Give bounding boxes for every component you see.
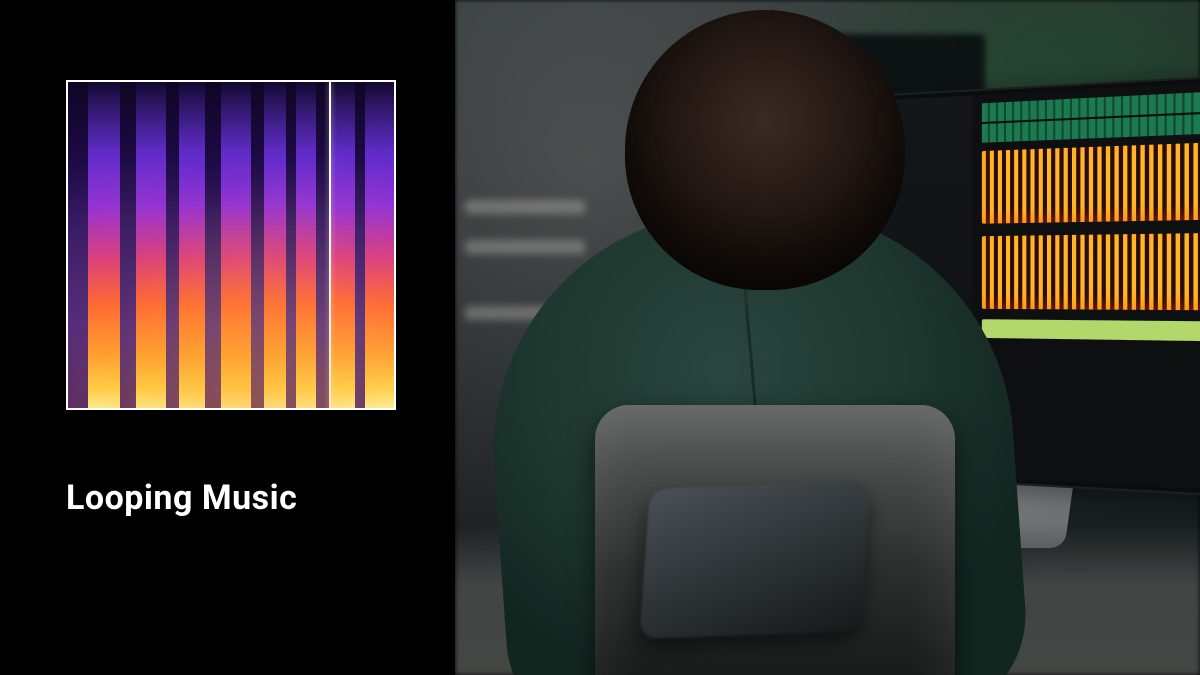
spectro-gap-column [68,82,88,408]
shelf [465,200,585,214]
person-head [625,10,905,290]
tablet [639,481,870,639]
caption-text: Looping Music [66,478,297,518]
spectro-hot-column [179,82,205,408]
spectro-hot-column [88,82,121,408]
spectro-hot-column [365,82,394,408]
spectro-hot-column [264,82,287,408]
spectro-gap-column [316,82,329,408]
playhead [329,82,331,408]
spectro-hot-column [329,82,355,408]
spectrogram [68,82,394,408]
spectrogram-frame [66,80,396,410]
spectro-hot-column [221,82,250,408]
left-panel: Looping Music [0,0,455,675]
screen-spectrogram-lower [982,233,1200,311]
spectro-gap-column [205,82,221,408]
spectro-hot-column [136,82,165,408]
spectro-gap-column [355,82,365,408]
shelf [465,240,585,254]
spectro-hot-column [296,82,316,408]
thumbnail-frame: Looping Music [0,0,1200,675]
photo-scene [455,0,1200,675]
spectro-gap-column [286,82,296,408]
spectro-gap-column [166,82,179,408]
spectro-gap-column [251,82,264,408]
screen-spectrogram-upper [982,142,1200,224]
timeline-bar [982,319,1200,341]
spectro-gap-column [120,82,136,408]
